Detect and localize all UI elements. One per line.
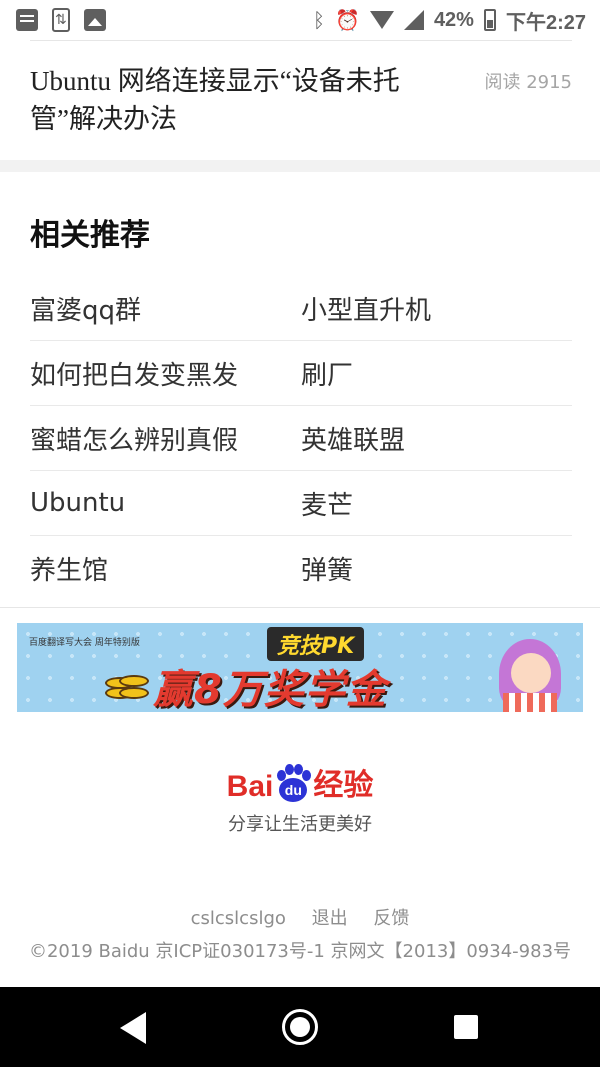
related-row: 养生馆 弹簧 [30,536,572,601]
related-link[interactable]: 弹簧 [301,550,572,587]
back-icon[interactable] [120,1012,146,1044]
banner-tag: 竞技PK [267,627,365,661]
logo-text-jingyan: 经验 [313,769,374,802]
section-separator [0,160,600,172]
signal-icon [403,10,424,30]
related-link[interactable]: 养生馆 [30,550,301,587]
banner-event-label: 百度翻译写大会 周年特别版 [29,638,140,648]
logo-text-bai: Bai [226,770,274,803]
article-title[interactable]: Ubuntu 网络连接显示“设备未托管”解决办法 [30,62,450,138]
alarm-icon: ⏰ [335,8,360,32]
copyright-text: ©2019 Baidu 京ICP证030173号-1 京网文【2013】0934… [28,941,572,962]
recent-apps-icon[interactable] [454,1015,478,1039]
top-divider [30,40,572,41]
baidu-jingyan-logo: Bai du 经验 [226,760,374,804]
wifi-icon [369,11,394,29]
clock: 下午2:27 [505,11,586,34]
navigation-bar [0,987,600,1067]
brand-block: Bai du 经验 分享让生活更美好 [0,760,600,836]
related-link[interactable]: 刷厂 [301,355,572,392]
related-link[interactable]: 麦芒 [301,485,572,522]
related-list: 富婆qq群 小型直升机 如何把白发变黑发 刷厂 蜜蜡怎么辨别真假 英雄联盟 Ub… [30,276,572,601]
status-bar: ᛒ ⏰ 42% 下午2:27 [0,0,600,40]
image-icon [84,9,106,31]
bluetooth-icon: ᛒ [313,8,326,32]
related-row: 蜜蜡怎么辨别真假 英雄联盟 [30,406,572,471]
battery-icon [483,9,496,31]
related-link[interactable]: 富婆qq群 [30,290,301,327]
footer-links: cslcslcslgo 退出 反馈 [0,904,600,930]
feedback-link[interactable]: 反馈 [373,908,409,929]
battery-percent: 42% [433,8,474,31]
content-divider [0,607,600,608]
document-icon [16,9,38,31]
related-row: Ubuntu 麦芒 [30,471,572,536]
home-icon[interactable] [282,1009,318,1045]
coins-icon [105,667,151,703]
girl-illustration-icon [489,631,569,712]
brand-slogan: 分享让生活更美好 [228,814,372,835]
update-icon [52,8,70,32]
related-section-title: 相关推荐 [30,218,150,253]
related-link[interactable]: Ubuntu [30,488,301,518]
related-link[interactable]: 如何把白发变黑发 [30,355,301,392]
username-link[interactable]: cslcslcslgo [191,908,286,929]
article-item[interactable]: Ubuntu 网络连接显示“设备未托管”解决办法 阅读 2915 [30,60,572,140]
baidu-paw-icon: du [275,764,312,804]
banner-headline: 赢8万奖学金 [153,667,387,712]
related-link[interactable]: 英雄联盟 [301,420,572,457]
related-link[interactable]: 蜜蜡怎么辨别真假 [30,420,301,457]
logo-text-du: du [279,778,308,802]
logout-link[interactable]: 退出 [312,908,348,929]
related-link[interactable]: 小型直升机 [301,290,572,327]
article-read-count: 阅读 2915 [484,72,572,93]
promo-banner[interactable]: 百度翻译写大会 周年特别版 竞技PK 赢8万奖学金 [17,623,583,712]
related-row: 如何把白发变黑发 刷厂 [30,341,572,406]
related-row: 富婆qq群 小型直升机 [30,276,572,341]
